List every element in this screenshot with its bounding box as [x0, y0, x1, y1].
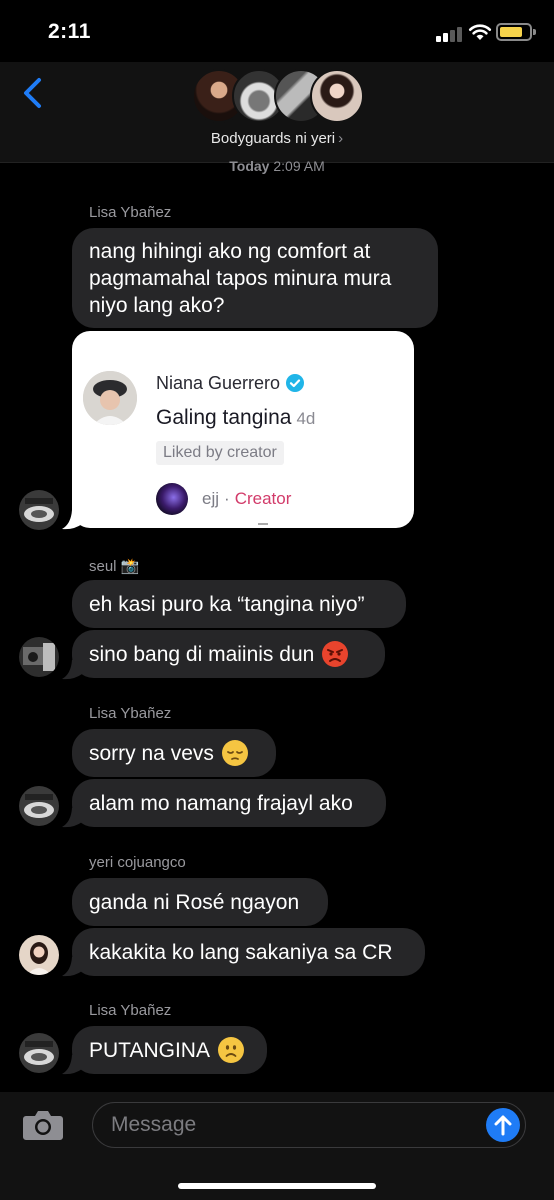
bubble-tail [62, 957, 82, 977]
message-field [92, 1102, 526, 1148]
bubble-tail [62, 1055, 82, 1075]
bubble-tail [62, 510, 82, 530]
avatar-lisa[interactable] [19, 490, 59, 530]
send-button[interactable] [486, 1108, 520, 1142]
home-indicator[interactable] [178, 1183, 376, 1189]
sender-name: Lisa Ybañez [89, 204, 172, 221]
chevron-right-icon: › [338, 130, 344, 147]
message-text: PUTANGINA [89, 1038, 210, 1062]
wifi-icon [468, 24, 492, 40]
cellular-signal-icon [436, 26, 464, 42]
message-input[interactable] [111, 1111, 471, 1139]
message-bubble[interactable]: sino bang di maiinis dun [72, 630, 385, 678]
message-text: eh kasi puro ka “tangina niyo” [89, 592, 365, 616]
angry-face-icon [322, 641, 349, 667]
avatar [310, 69, 364, 123]
message-text: alam mo namang frajayl ako [89, 791, 353, 815]
cropped-edge [258, 523, 268, 525]
message-bubble[interactable]: PUTANGINA [72, 1026, 267, 1074]
avatar-yeri[interactable] [19, 935, 59, 975]
camera-icon[interactable] [22, 1107, 64, 1141]
message-bubble[interactable]: alam mo namang frajayl ako [72, 779, 386, 827]
avatar-lisa[interactable] [19, 786, 59, 826]
group-name-button[interactable]: Bodyguards ni yeri › [0, 130, 554, 147]
back-chevron-icon[interactable] [18, 76, 48, 110]
comment-text: Galing tangina 4d [156, 406, 316, 429]
sender-name: Lisa Ybañez [89, 705, 172, 722]
status-bar: 2:11 [0, 0, 554, 62]
message-text: sino bang di maiinis dun [89, 642, 315, 666]
liked-by-creator-badge: Liked by creator [156, 441, 284, 465]
message-text: sorry na vevs [89, 741, 214, 765]
group-avatars[interactable] [192, 69, 364, 123]
shared-screenshot[interactable]: Niana Guerrero Galing tangina 4d Liked by… [72, 331, 414, 528]
arrow-up-icon [494, 1115, 512, 1136]
sender-name: seul 📸 [89, 558, 140, 575]
message-timestamp: Today 2:09 AM [229, 158, 325, 174]
separator-dot: · [224, 489, 230, 508]
slightly-frowning-face-icon [217, 1037, 244, 1063]
reply-username: ejj [202, 489, 220, 508]
message-text: kakakita ko lang sakaniya sa CR [89, 940, 393, 964]
group-name: Bodyguards ni yeri [210, 130, 336, 147]
comment-age: 4d [296, 409, 316, 428]
commenter-avatar [83, 371, 137, 425]
pensive-face-icon [221, 740, 248, 766]
sender-name: Lisa Ybañez [89, 1002, 172, 1019]
commenter-name: Niana Guerrero [156, 373, 305, 394]
message-bubble[interactable]: kakakita ko lang sakaniya sa CR [72, 928, 425, 976]
message-bubble[interactable]: ganda ni Rosé ngayon [72, 878, 328, 926]
avatar-lisa[interactable] [19, 1033, 59, 1073]
message-bubble[interactable]: sorry na vevs [72, 729, 276, 777]
verified-icon [286, 374, 305, 392]
bubble-tail [62, 808, 82, 828]
sender-name: yeri cojuangco [89, 854, 186, 871]
battery-icon [496, 23, 536, 41]
message-text: ganda ni Rosé ngayon [89, 890, 300, 914]
message-bubble[interactable]: nang hihingi ako ng comfort at pagmamaha… [72, 228, 438, 328]
message-bubble[interactable]: eh kasi puro ka “tangina niyo” [72, 580, 406, 628]
clock: 2:11 [48, 20, 91, 43]
bubble-tail [62, 660, 82, 680]
message-text: nang hihingi ako ng comfort at pagmamaha… [89, 240, 392, 317]
reply-row: ejj · Creator [156, 483, 291, 515]
avatar-seul[interactable] [19, 637, 59, 677]
conversation-header: Bodyguards ni yeri › [0, 62, 554, 163]
reply-avatar [156, 483, 188, 515]
creator-label: Creator [234, 489, 292, 508]
